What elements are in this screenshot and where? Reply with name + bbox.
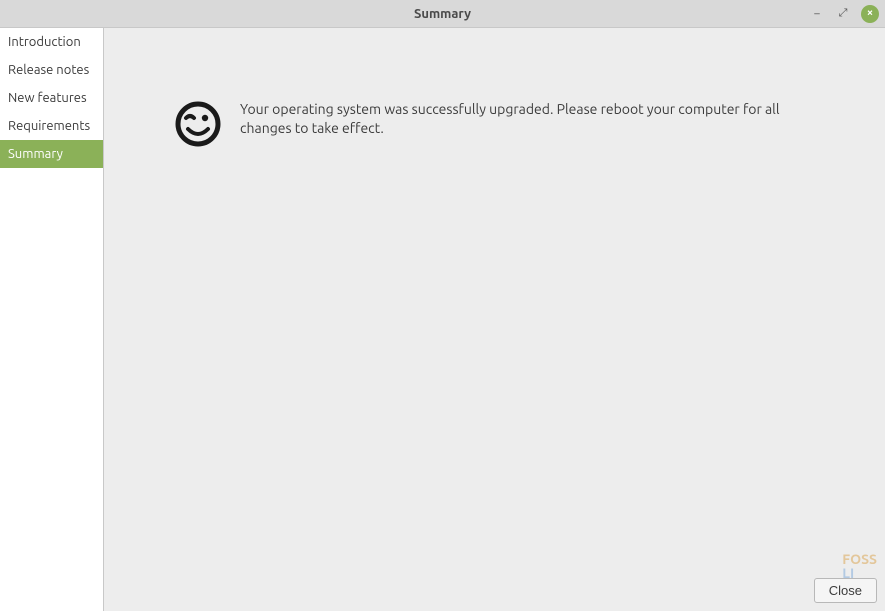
window-body: Introduction Release notes New features … <box>0 28 885 611</box>
titlebar-controls: – ⤢ × <box>809 0 879 27</box>
summary-message: Your operating system was successfully u… <box>240 100 820 138</box>
close-button[interactable]: Close <box>814 578 877 603</box>
window-title: Summary <box>414 7 471 21</box>
sidebar-item-new-features[interactable]: New features <box>0 84 103 112</box>
window-close-button[interactable]: × <box>861 5 879 23</box>
main-content: Your operating system was successfully u… <box>104 28 885 611</box>
titlebar: Summary – ⤢ × <box>0 0 885 28</box>
minimize-button[interactable]: – <box>809 6 825 22</box>
sidebar: Introduction Release notes New features … <box>0 28 104 611</box>
summary-message-row: Your operating system was successfully u… <box>104 28 885 148</box>
watermark-line1: FOSS <box>842 552 877 567</box>
footer: Close <box>814 578 877 603</box>
smiley-wink-icon <box>174 100 222 148</box>
watermark: FOSS LI <box>842 552 877 581</box>
maximize-button[interactable]: ⤢ <box>835 6 851 22</box>
sidebar-item-introduction[interactable]: Introduction <box>0 28 103 56</box>
sidebar-item-requirements[interactable]: Requirements <box>0 112 103 140</box>
sidebar-item-release-notes[interactable]: Release notes <box>0 56 103 84</box>
sidebar-item-summary[interactable]: Summary <box>0 140 103 168</box>
